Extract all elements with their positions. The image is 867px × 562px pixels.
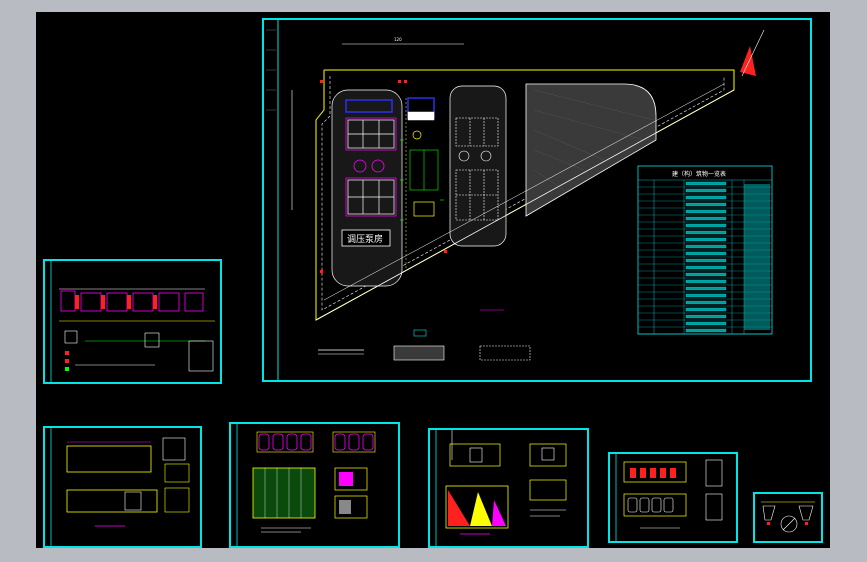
tank-detail-drawing [50, 428, 190, 546]
node-detail-drawing [761, 501, 815, 533]
block-label: 调压泵房 [347, 233, 383, 245]
sludge-tank-sheet[interactable] [608, 452, 738, 543]
cad-drawing-canvas[interactable]: 120 调压泵房 建（构）筑物一览表 [36, 12, 830, 548]
north-arrow-icon [740, 29, 765, 77]
legend-table-title: 建（构）筑物一览表 [672, 171, 727, 178]
site-plan-drawing: 120 调压泵房 [266, 20, 773, 380]
pump-house-drawing [435, 430, 567, 546]
svg-text:120: 120 [394, 37, 402, 42]
process-flow-sheet[interactable] [43, 259, 222, 384]
node-detail-sheet[interactable] [753, 492, 823, 543]
pump-house-sheet[interactable] [428, 428, 589, 548]
filter-detail-drawing [236, 424, 376, 546]
sludge-tank-drawing [615, 454, 723, 541]
tank-detail-sheet[interactable] [43, 426, 202, 548]
building-schedule-table [637, 165, 773, 335]
site-plan-sheet[interactable]: 120 调压泵房 建（构）筑物一览表 [262, 18, 812, 382]
process-flow-drawing [50, 261, 215, 382]
filter-detail-sheet[interactable] [229, 422, 400, 548]
